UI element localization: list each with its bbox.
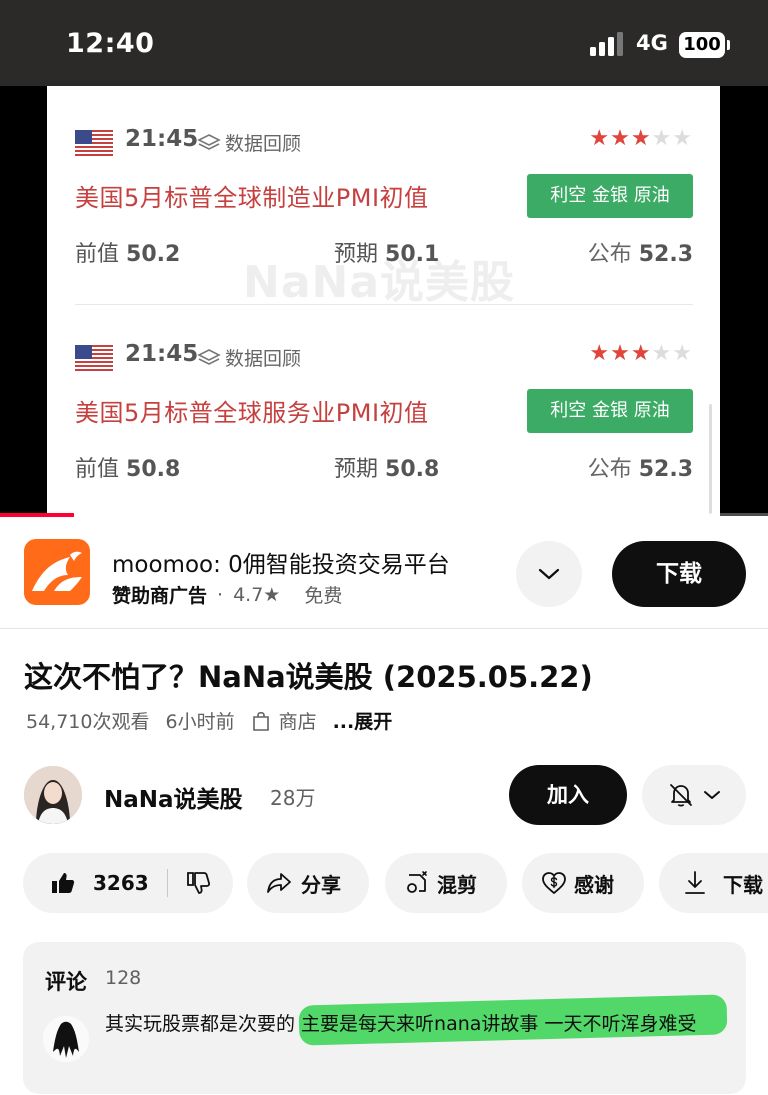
- comments-header: 评论: [45, 970, 87, 994]
- join-button[interactable]: 加入: [509, 765, 627, 825]
- us-flag-icon: [75, 130, 113, 156]
- prev-value: 50.2: [126, 242, 181, 267]
- download-icon: [685, 871, 705, 894]
- expand-description-link[interactable]: ...展开: [333, 707, 393, 734]
- channel-avatar[interactable]: [24, 766, 82, 824]
- remix-label: 混剪: [437, 872, 477, 897]
- economic-event-card: 21:45 数据回顾 ★★★★★ 美国5月标普全球服务业PMI初值 利空 金银 …: [75, 301, 693, 482]
- thumbs-up-icon[interactable]: [49, 869, 77, 897]
- app-rating: 4.7★: [233, 583, 281, 606]
- bell-off-icon: [670, 784, 692, 807]
- data-review: 数据回顾: [197, 344, 301, 371]
- like-count[interactable]: 3263: [93, 871, 149, 895]
- top-comment-text: 其实玩股票都是次要的 主要是每天来听nana讲故事 一天不听浑身难受: [105, 1013, 697, 1035]
- signal-icon: [590, 32, 623, 56]
- share-label: 分享: [301, 872, 341, 897]
- video-player[interactable]: NaNa说美股 21:45 数据回顾 ★★★★★ 美国5月标普全球制造业PMI初…: [0, 86, 768, 516]
- importance-stars: ★★★★★: [589, 341, 693, 366]
- prev-label: 前值: [75, 242, 120, 267]
- heart-dollar-icon: [542, 872, 566, 894]
- comments-section[interactable]: 评论 128 其实玩股票都是次要的 主要是每天来听nana讲故事 一天不听浑身难…: [23, 942, 746, 1094]
- thanks-label: 感谢: [574, 872, 614, 897]
- ad-meta: 赞助商广告 · 4.7★ 免费: [112, 581, 342, 608]
- app-price: 免费: [304, 585, 343, 607]
- notification-button[interactable]: [642, 765, 746, 825]
- video-frame: NaNa说美股 21:45 数据回顾 ★★★★★ 美国5月标普全球制造业PMI初…: [47, 86, 720, 516]
- ad-expand-button[interactable]: [516, 541, 582, 607]
- remix-icon: [407, 871, 427, 893]
- layers-icon: [197, 133, 221, 150]
- status-bar: 12:40 4G 100: [0, 0, 768, 86]
- thanks-button[interactable]: 感谢: [522, 853, 644, 913]
- published-label: 公布: [587, 457, 632, 482]
- expected-value: 50.1: [385, 242, 440, 267]
- expected-value: 50.8: [385, 457, 440, 482]
- sponsor-label: 赞助商广告: [112, 585, 208, 607]
- sponsored-ad[interactable]: moomoo: 0佣智能投资交易平台 赞助商广告 · 4.7★ 免费 下载: [0, 517, 768, 629]
- prev-value: 50.8: [126, 457, 181, 482]
- network-type: 4G: [636, 31, 668, 55]
- download-button[interactable]: 下载: [659, 853, 768, 913]
- us-flag-icon: [75, 345, 113, 371]
- view-count: 54,710次观看: [26, 711, 150, 733]
- upload-age: 6小时前: [165, 711, 235, 733]
- expected-label: 预期: [334, 457, 379, 482]
- battery-icon: 100: [679, 32, 725, 58]
- ad-title[interactable]: moomoo: 0佣智能投资交易平台: [112, 545, 450, 579]
- meta-dot: ·: [217, 583, 224, 606]
- video-meta[interactable]: 54,710次观看 6小时前 商店 ...展开: [26, 707, 392, 734]
- status-time: 12:40: [66, 28, 155, 59]
- economic-event-card: 21:45 数据回顾 ★★★★★ 美国5月标普全球制造业PMI初值 利空 金银 …: [75, 86, 693, 267]
- event-title: 美国5月标普全球服务业PMI初值: [75, 399, 429, 427]
- data-review: 数据回顾: [197, 129, 301, 156]
- impact-tag: 利空 金银 原油: [527, 174, 693, 218]
- importance-stars: ★★★★★: [589, 126, 693, 151]
- ad-download-button[interactable]: 下载: [612, 541, 746, 607]
- store-link[interactable]: 商店: [251, 707, 317, 734]
- download-label: 下载: [723, 872, 763, 897]
- shopping-bag-icon: [252, 711, 269, 731]
- video-title[interactable]: 这次不怕了？NaNa说美股 (2025.05.22): [24, 654, 593, 696]
- subscriber-count: 28万: [270, 786, 316, 810]
- data-review-label: 数据回顾: [225, 133, 302, 155]
- remix-button[interactable]: 混剪: [385, 853, 507, 913]
- event-title: 美国5月标普全球制造业PMI初值: [75, 184, 429, 212]
- chevron-down-icon: [538, 568, 560, 580]
- published-label: 公布: [587, 242, 632, 267]
- share-icon: [267, 873, 291, 893]
- battery-tip: [727, 40, 730, 50]
- moomoo-logo-icon[interactable]: [24, 539, 90, 605]
- like-dislike-group: 3263: [23, 853, 233, 913]
- commenter-avatar: [43, 1016, 89, 1062]
- expected-label: 预期: [334, 242, 379, 267]
- layers-icon: [197, 348, 221, 365]
- prev-label: 前值: [75, 457, 120, 482]
- event-time: 21:45: [125, 126, 199, 152]
- frame-scrollbar: [709, 404, 712, 514]
- thumbs-down-icon[interactable]: [184, 869, 212, 897]
- impact-tag: 利空 金银 原油: [527, 389, 693, 433]
- share-button[interactable]: 分享: [247, 853, 369, 913]
- event-time: 21:45: [125, 341, 199, 367]
- published-value: 52.3: [638, 242, 693, 267]
- like-separator: [166, 869, 168, 897]
- store-label: 商店: [278, 711, 317, 733]
- data-review-label: 数据回顾: [225, 348, 302, 370]
- channel-name[interactable]: NaNa说美股: [104, 780, 243, 814]
- comments-count: 128: [105, 967, 142, 989]
- published-value: 52.3: [638, 457, 693, 482]
- chevron-down-icon: [704, 791, 720, 799]
